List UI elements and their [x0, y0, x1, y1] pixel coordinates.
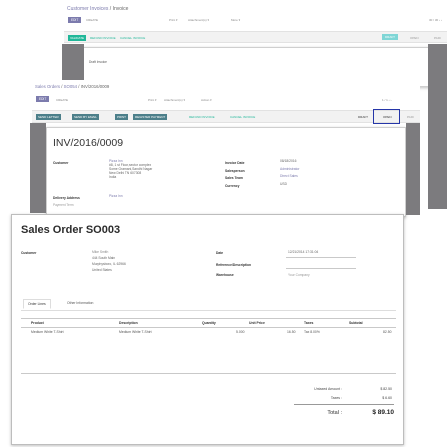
sales-order-sheet: Sales Order SO003 Customer Mike Smith 44…	[11, 214, 404, 445]
attachments-menu[interactable]: Attachment(s) ▾	[188, 18, 209, 22]
warehouse-value[interactable]: Your Company	[288, 273, 310, 278]
status-bar: VALIDATE REFUND INVOICE CANCEL INVOICE D…	[64, 31, 447, 43]
order-lines-table: Product Description Quantity Unit Price …	[21, 318, 396, 338]
col-unit-price[interactable]: Unit Price	[249, 321, 265, 325]
currency-value[interactable]: USD	[280, 182, 287, 187]
customer-address-1: 444 South Main	[92, 256, 116, 260]
refund-invoice-button[interactable]: REFUND INVOICE	[90, 36, 116, 40]
table-footer-line	[21, 373, 396, 374]
middle-right-gray	[406, 123, 420, 215]
breadcrumb-parent[interactable]: Customer Invoices	[67, 6, 108, 12]
breadcrumb-so054[interactable]: SO054	[64, 84, 77, 89]
send-email-button[interactable]: SEND BY EMAIL	[72, 114, 99, 120]
customer-label: Customer	[53, 161, 69, 165]
create-button[interactable]: CREATE	[86, 18, 98, 22]
cell-subtotal: 82.50	[383, 330, 392, 334]
status-bar: SEND LETTER SEND BY EMAIL PRINT REGISTER…	[32, 110, 420, 123]
stage-open[interactable]: OPEN	[410, 36, 419, 40]
breadcrumb-current: Invoice	[112, 6, 129, 12]
customer-address-2: Murphysboro, IL 62966	[92, 262, 126, 266]
table-header-top	[21, 318, 396, 319]
tab-bar: Order Lines Other Information	[21, 297, 396, 311]
date-label: Date	[216, 251, 224, 255]
salesperson-label: Salesperson	[225, 169, 245, 173]
date-underline	[286, 257, 356, 258]
cell-product: Medium White T-Shirt	[31, 330, 64, 334]
breadcrumb-current: INV/2016/0009	[80, 84, 110, 89]
page-title: Sales Order SO003	[21, 224, 120, 236]
create-button[interactable]: CREATE	[56, 98, 68, 102]
sales-team-value[interactable]: Direct Sales	[280, 174, 298, 179]
cell-quantity: 5.000	[236, 330, 245, 334]
taxes-label: Taxes :	[330, 396, 342, 400]
tab-other-information[interactable]: Other Information	[63, 299, 97, 307]
refund-invoice-button[interactable]: REFUND INVOICE	[189, 115, 215, 119]
salesperson-value[interactable]: Administrator	[280, 167, 299, 172]
total-label: Total :	[327, 410, 342, 416]
cancel-invoice-button[interactable]: CANCEL INVOICE	[230, 115, 255, 119]
right-gray-frame	[428, 44, 447, 209]
total-separator	[294, 404, 394, 405]
customer-address-3: United States	[92, 268, 112, 272]
col-taxes[interactable]: Taxes	[304, 321, 313, 325]
print-menu[interactable]: Print ▾	[169, 18, 178, 22]
untaxed-amount-value: $ 82.50	[380, 387, 392, 391]
invoice-date-value[interactable]: 08/18/2016	[280, 159, 297, 164]
back-window: Customer Invoices / Invoice EDIT CREATE …	[62, 0, 447, 87]
cancel-invoice-button[interactable]: CANCEL INVOICE	[120, 36, 145, 40]
open-stage-highlight	[373, 109, 400, 124]
more-menu[interactable]: More ▾	[231, 18, 240, 22]
doc-title: INV/2016/0009	[53, 137, 124, 149]
breadcrumb-sales-orders[interactable]: Sales Orders	[35, 84, 60, 89]
pager[interactable]: 30 / 30 ‹ ›	[429, 18, 442, 22]
table-row[interactable]: Medium White T-Shirt Medium White T-Shir…	[21, 328, 396, 336]
col-quantity[interactable]: Quantity	[202, 321, 216, 325]
send-letter-button[interactable]: SEND LETTER	[36, 114, 61, 120]
invoice-date-label: Invoice Date	[225, 161, 245, 165]
cell-description: Medium White T-Shirt	[119, 330, 152, 334]
date-value[interactable]: 12/21/2014 17:31:04	[288, 250, 318, 255]
customer-address-4: India	[109, 175, 117, 179]
col-product[interactable]: Product	[31, 321, 44, 325]
delivery-address-label: Delivery Address	[53, 196, 80, 200]
print-menu[interactable]: Print ▾	[148, 98, 157, 102]
breadcrumb: Sales Orders / SO054 / INV/2016/0009	[35, 84, 109, 89]
breadcrumb: Customer Invoices / Invoice	[67, 6, 128, 12]
col-description[interactable]: Description	[119, 321, 138, 325]
stage-draft[interactable]: DRAFT	[382, 34, 398, 40]
payment-term-label: Payment Term	[53, 203, 74, 207]
edit-button[interactable]: EDIT	[36, 96, 50, 102]
order-number: SO003	[85, 224, 121, 236]
total-value: $ 89.10	[372, 409, 394, 416]
customer-name[interactable]: Mike Smith	[92, 250, 108, 255]
col-subtotal[interactable]: Subtotal	[349, 321, 363, 325]
cell-unit-price: 16.50	[287, 330, 296, 334]
cell-taxes: Tax 8.00%	[304, 330, 320, 334]
print-button[interactable]: PRINT	[115, 114, 128, 120]
validate-button[interactable]: VALIDATE	[68, 35, 87, 41]
pager[interactable]: 1 / 1 ‹ ›	[382, 98, 392, 102]
edit-button[interactable]: EDIT	[68, 17, 82, 23]
sales-team-label: Sales Team	[225, 176, 243, 180]
title-prefix: Sales Order	[21, 224, 86, 236]
untaxed-amount-label: Untaxed Amount :	[314, 387, 342, 391]
register-payment-button[interactable]: REGISTER PAYMENT	[133, 114, 168, 120]
taxes-value: $ 6.60	[382, 396, 392, 400]
middle-window: Sales Orders / SO054 / INV/2016/0009 EDI…	[30, 80, 420, 217]
invoice-sheet: INV/2016/0009 Customer Pizza Inn #8, 1 s…	[46, 127, 406, 217]
customer-label: Customer	[21, 251, 37, 255]
stage-paid[interactable]: PAID	[434, 36, 441, 40]
doc-title: Draft Invoice	[89, 60, 107, 64]
tab-order-lines[interactable]: Order Lines	[23, 299, 51, 309]
stage-draft[interactable]: DRAFT	[358, 115, 368, 119]
reference-underline	[286, 268, 356, 269]
currency-label: Currency	[225, 184, 240, 188]
attachments-menu[interactable]: Attachment(s) ▾	[164, 98, 185, 102]
action-menu[interactable]: Action ▾	[201, 98, 212, 102]
middle-gray-frame	[30, 123, 46, 213]
delivery-address-value[interactable]: Pizza Inn	[109, 194, 123, 199]
stage-paid[interactable]: PAID	[407, 115, 414, 119]
reference-label: Reference/Description	[216, 263, 251, 267]
warehouse-label: Warehouse	[216, 273, 234, 277]
